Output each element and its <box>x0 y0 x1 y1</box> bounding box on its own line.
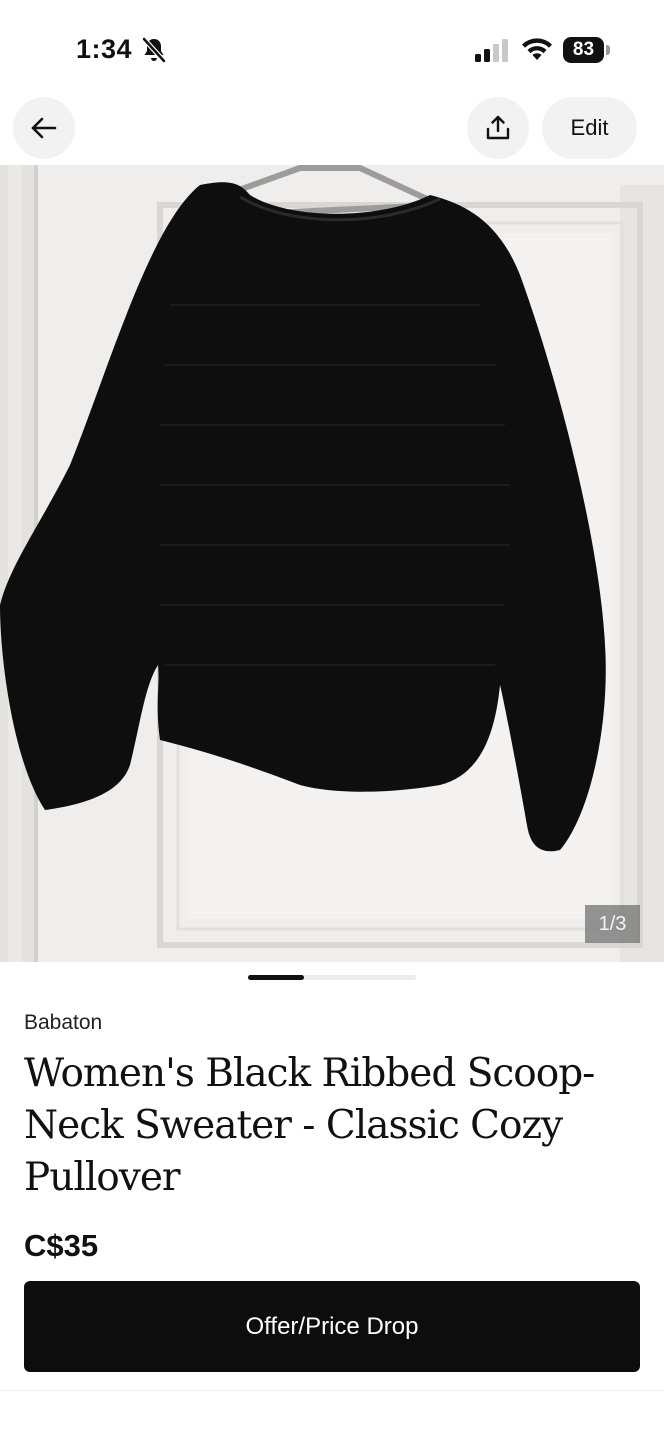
product-photo[interactable]: 1/3 <box>0 165 664 962</box>
brand-name[interactable]: Babaton <box>24 1011 102 1035</box>
share-button[interactable] <box>467 97 529 159</box>
battery-cap <box>606 45 610 55</box>
listing-price: C$35 <box>24 1228 99 1263</box>
photo-counter: 1/3 <box>585 905 640 943</box>
status-time: 1:34 <box>76 34 133 64</box>
edit-button[interactable]: Edit <box>542 97 637 159</box>
wifi-icon <box>522 38 552 60</box>
back-button[interactable] <box>13 97 75 159</box>
battery-icon: 83 <box>563 37 611 63</box>
status-bar: 1:34 83 <box>0 0 664 96</box>
gallery-pager <box>248 975 416 980</box>
cellular-signal-icon <box>475 39 508 62</box>
divider <box>0 1390 664 1391</box>
share-upload-icon <box>486 115 510 140</box>
battery-level: 83 <box>563 37 604 63</box>
arrow-left-icon <box>31 117 57 139</box>
sweater-photo-image <box>0 165 664 962</box>
offer-price-drop-button[interactable]: Offer/Price Drop <box>24 1281 640 1372</box>
listing-title: Women's Black Ribbed Scoop-Neck Sweater … <box>24 1051 595 1200</box>
bell-slash-icon <box>142 37 166 63</box>
gallery-pager-active <box>248 975 304 980</box>
